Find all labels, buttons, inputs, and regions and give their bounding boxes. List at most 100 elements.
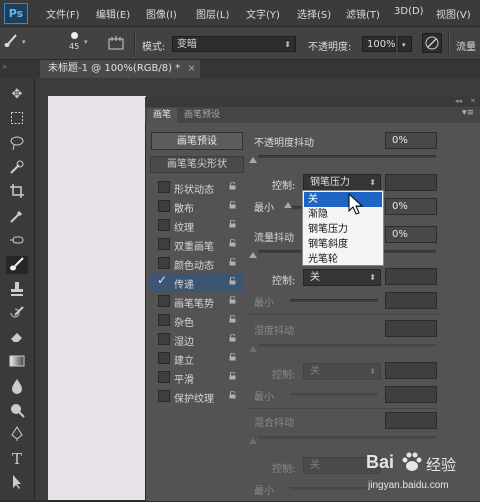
wetness-jitter-slider[interactable] [258,344,436,347]
lock-icon[interactable] [229,390,236,399]
brush-option-row[interactable]: 形状动态 [150,178,244,197]
slider-thumb-icon[interactable] [249,346,257,352]
slider-thumb-icon[interactable] [249,252,257,258]
brush-option-row[interactable]: 纹理 [150,216,244,235]
brush-option-row[interactable]: 保护纹理 [150,387,244,406]
opacity-dropdown-button[interactable]: ▾ [398,36,412,52]
slider-thumb-icon[interactable] [284,202,292,208]
checkbox[interactable] [158,352,170,364]
dropdown-option-stylus-wheel[interactable]: 光笔轮 [304,252,382,267]
checkbox[interactable] [158,371,170,383]
lock-icon[interactable] [229,295,236,304]
close-panel-icon[interactable]: ✕ [470,97,476,105]
flow-jitter-input[interactable]: 0% [385,226,437,243]
collapse-panel-icon[interactable]: ◂◂ [455,97,462,105]
document-canvas[interactable] [48,96,146,500]
brush-size-picker[interactable]: 45 ▾ [60,30,90,56]
pressure-opacity-button[interactable] [422,33,442,53]
minimum-slider-2[interactable] [290,299,378,302]
minimum-input-3[interactable] [385,386,437,403]
menu-layer[interactable]: 图层(L) [196,6,229,21]
opacity-jitter-slider[interactable] [258,155,436,158]
opacity-input[interactable]: 100% [362,36,396,52]
menu-select[interactable]: 选择(S) [297,6,331,21]
eyedropper-tool-icon[interactable] [8,208,26,226]
opacity-jitter-input[interactable]: 0% [385,132,437,149]
brush-option-row[interactable]: 颜色动态 [150,254,244,273]
type-tool-icon[interactable]: T [8,450,26,468]
marquee-tool-icon[interactable] [8,111,26,129]
lock-icon[interactable] [229,352,236,361]
brush-option-row[interactable]: 建立 [150,349,244,368]
minimum-slider-4[interactable] [290,487,370,490]
menu-file[interactable]: 文件(F) [46,6,80,21]
brush-tool-active-icon[interactable] [6,256,28,274]
lock-icon[interactable] [229,181,236,190]
mode-dropdown[interactable]: 变暗 ⬍ [172,36,296,52]
brush-option-row[interactable]: 散布 [150,197,244,216]
checkbox[interactable] [158,295,170,307]
path-selection-tool-icon[interactable] [8,474,26,492]
dropdown-option-pen-tilt[interactable]: 钢笔斜度 [304,237,382,252]
move-tool-icon[interactable]: ✥ [8,86,26,104]
tab-brush[interactable]: 画笔 [147,108,178,123]
menu-image[interactable]: 图像(I) [146,6,177,21]
brush-option-row[interactable]: 平滑 [150,368,244,387]
lock-icon[interactable] [229,276,236,285]
brush-option-row[interactable]: ✓ 传递 [150,273,244,292]
checkmark-icon[interactable]: ✓ [157,274,167,286]
brush-option-row[interactable]: 杂色 [150,311,244,330]
clone-stamp-tool-icon[interactable] [8,281,26,299]
gradient-tool-icon[interactable] [8,353,26,371]
checkbox[interactable] [158,314,170,326]
dropdown-option-fade[interactable]: 渐隐 [304,207,382,222]
quick-selection-tool-icon[interactable] [8,159,26,177]
lock-icon[interactable] [229,257,236,266]
checkbox[interactable] [158,390,170,402]
lock-icon[interactable] [229,219,236,228]
brush-option-row[interactable]: 湿边 [150,330,244,349]
control-dropdown-1[interactable]: 钢笔压力 ⬍ [303,174,381,191]
checkbox[interactable] [158,181,170,193]
checkbox[interactable] [158,200,170,212]
eraser-tool-icon[interactable] [8,329,26,347]
lasso-tool-icon[interactable] [8,135,26,153]
menu-view[interactable]: 视图(V) [436,6,471,21]
checkbox[interactable] [158,219,170,231]
dropdown-option-off[interactable]: 关 [304,192,382,207]
dropdown-option-pen-pressure[interactable]: 钢笔压力 [304,222,382,237]
lock-icon[interactable] [229,333,236,342]
mix-jitter-input[interactable] [385,412,437,429]
document-tab[interactable]: 未标题-1 @ 100%(RGB/8) * × [40,60,200,78]
crop-tool-icon[interactable] [8,183,26,201]
lock-icon[interactable] [229,200,236,209]
menu-edit[interactable]: 编辑(E) [96,6,130,21]
pen-tool-icon[interactable] [8,426,26,444]
dodge-tool-icon[interactable] [8,402,26,420]
slider-thumb-icon[interactable] [249,157,257,163]
brush-tip-shape-item[interactable]: 画笔笔尖形状 [150,156,244,173]
lock-icon[interactable] [229,371,236,380]
control-extra-field-1[interactable] [385,174,437,191]
brush-panel-toggle-icon[interactable] [108,35,124,51]
menu-3d[interactable]: 3D(D) [394,6,424,17]
collapse-toolbox-icon[interactable]: » [2,62,7,71]
tab-brush-presets[interactable]: 画笔预设 [178,108,226,123]
control-dropdown-2[interactable]: 关 ⬍ [303,269,381,286]
brush-option-row[interactable]: 画笔笔势 [150,292,244,311]
minimum-slider-3[interactable] [290,393,378,396]
checkbox[interactable] [158,238,170,250]
panel-menu-icon[interactable]: ▾≡ [462,108,474,118]
slider-thumb-icon[interactable] [249,438,257,444]
control-extra-field-3[interactable] [385,362,437,379]
control-dropdown-3[interactable]: 关 ⬍ [303,363,381,380]
menu-filter[interactable]: 滤镜(T) [346,6,380,21]
brush-option-row[interactable]: 双重画笔 [150,235,244,254]
blur-tool-icon[interactable] [8,378,26,396]
lock-icon[interactable] [229,314,236,323]
wetness-jitter-input[interactable] [385,320,437,337]
minimum-input-2[interactable] [385,292,437,309]
tool-preset-arrow-icon[interactable]: ▾ [22,38,26,46]
checkbox[interactable] [158,333,170,345]
mix-jitter-slider[interactable] [258,436,436,439]
